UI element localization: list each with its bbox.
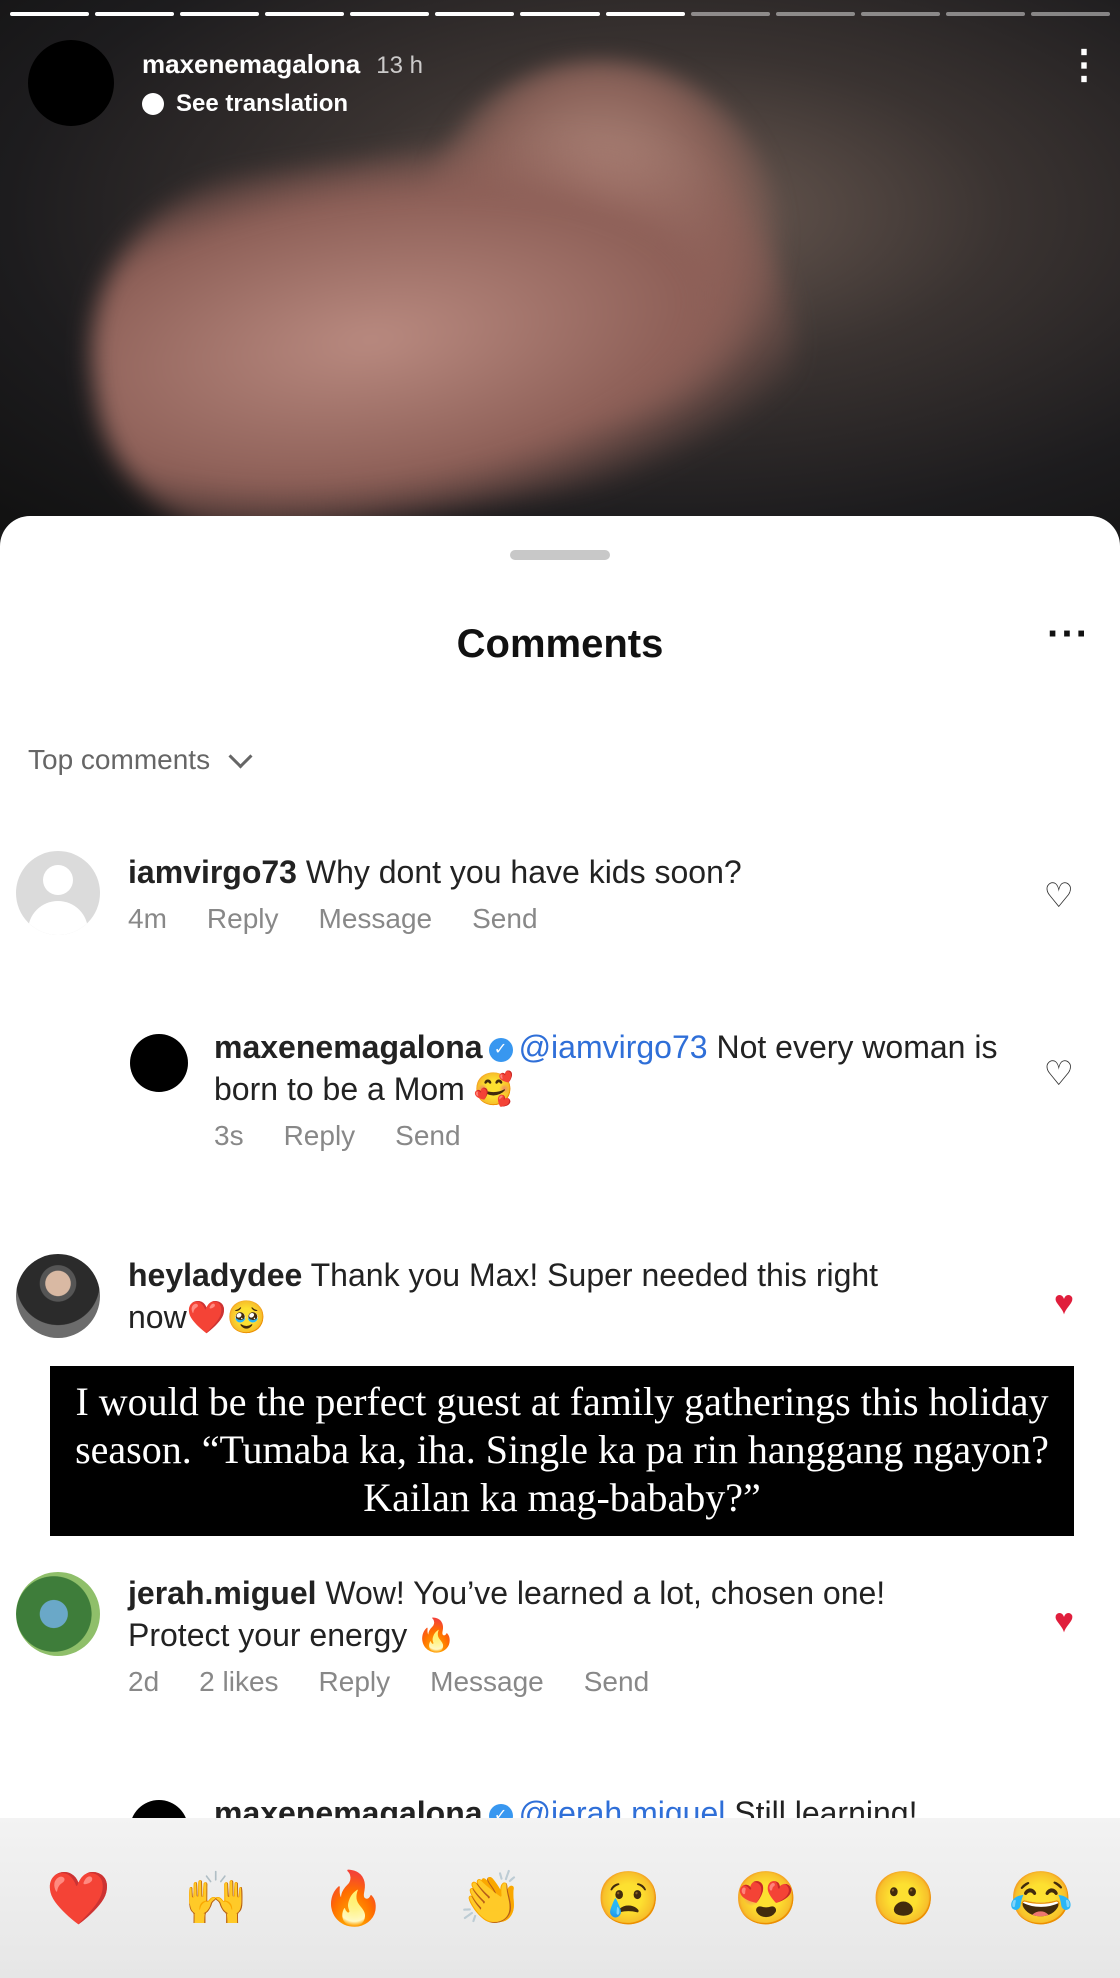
story-header: maxenemagalona 13 h See translation <box>28 40 423 126</box>
story-avatar[interactable] <box>28 40 114 126</box>
reply-button[interactable]: Reply <box>284 1120 356 1152</box>
more-options-icon[interactable]: ⋮ <box>1064 45 1104 85</box>
progress-segment <box>605 12 685 16</box>
reply-button[interactable]: Reply <box>207 903 279 935</box>
comment-username[interactable]: maxenemagalona <box>214 1029 483 1065</box>
emoji-fire[interactable]: 🔥 <box>314 1868 394 1929</box>
comment-mention[interactable]: @iamvirgo73 <box>519 1029 708 1065</box>
emoji-crying[interactable]: 😢 <box>589 1868 669 1929</box>
comment-username[interactable]: heyladydee <box>128 1257 302 1293</box>
emoji-surprised[interactable]: 😮 <box>864 1868 944 1929</box>
reply-item: maxenemagalona ✓ @iamvirgo73 Not every wom… <box>130 1026 1014 1152</box>
progress-segment <box>945 12 1025 16</box>
verified-badge-icon: ✓ <box>488 1037 513 1062</box>
comment-item: jerah.miguel Wow! You’ve learned a lot, … <box>16 1572 928 1698</box>
message-button[interactable]: Message <box>430 1666 544 1698</box>
sort-label: Top comments <box>28 744 211 775</box>
heart-icon[interactable]: ♡ <box>1044 876 1074 916</box>
see-translation-label: See translation <box>176 89 349 117</box>
comment-item: iamvirgo73 Why dont you have kids soon? … <box>16 851 848 935</box>
progress-segment <box>775 12 855 16</box>
story-timestamp: 13 h <box>376 51 423 79</box>
comment-username[interactable]: iamvirgo73 <box>128 854 297 890</box>
sheet-title: Comments <box>456 622 664 666</box>
chevron-down-icon <box>228 743 253 769</box>
comment-item: heyladydee Thank you Max! Super needed t… <box>16 1254 928 1338</box>
ellipsis-icon[interactable]: ··· <box>1047 612 1090 657</box>
heart-icon[interactable]: ♥ <box>1054 1602 1074 1641</box>
comment-time: 2d <box>128 1666 160 1697</box>
heart-icon[interactable]: ♡ <box>1044 1054 1074 1094</box>
reply-button[interactable]: Reply <box>319 1666 391 1698</box>
emoji-reaction-bar: ❤️ 🙌 🔥 👏 😢 😍 😮 😂 <box>0 1818 1120 1978</box>
progress-segment <box>1030 12 1111 16</box>
avatar[interactable] <box>16 1572 100 1656</box>
drag-handle[interactable] <box>510 550 610 560</box>
avatar[interactable] <box>16 851 100 935</box>
comments-sheet: Comments ··· Top comments iamvirgo73 Why… <box>0 516 1120 1978</box>
caption-overlay: I would be the perfect guest at family g… <box>50 1366 1074 1536</box>
likes-count[interactable]: 2 likes <box>199 1666 278 1698</box>
emoji-raising-hands[interactable]: 🙌 <box>176 1868 256 1929</box>
progress-segment <box>520 12 600 16</box>
progress-segment <box>690 12 770 16</box>
see-translation-button[interactable]: See translation <box>142 90 423 118</box>
progress-segment <box>350 12 430 16</box>
avatar[interactable] <box>16 1254 100 1338</box>
comment-time: 3s <box>214 1120 244 1151</box>
comment-time: 4m <box>128 903 167 934</box>
progress-segment <box>10 12 90 16</box>
heart-icon[interactable]: ♥ <box>1054 1284 1074 1323</box>
avatar[interactable] <box>130 1034 188 1092</box>
progress-segment <box>265 12 345 16</box>
progress-segment <box>860 12 940 16</box>
send-button[interactable]: Send <box>395 1120 460 1152</box>
emoji-laughing[interactable]: 😂 <box>1001 1868 1081 1929</box>
send-button[interactable]: Send <box>472 903 537 935</box>
emoji-red-heart[interactable]: ❤️ <box>39 1868 119 1929</box>
progress-segment <box>180 12 260 16</box>
comment-username[interactable]: jerah.miguel <box>128 1575 317 1611</box>
progress-segment <box>95 12 175 16</box>
send-button[interactable]: Send <box>584 1666 649 1698</box>
story-username[interactable]: maxenemagalona <box>142 49 360 79</box>
progress-segment <box>435 12 515 16</box>
emoji-clapping[interactable]: 👏 <box>451 1868 531 1929</box>
sort-dropdown[interactable]: Top comments <box>28 743 253 776</box>
emoji-heart-eyes[interactable]: 😍 <box>726 1868 806 1929</box>
comment-text: Why dont you have kids soon? <box>305 854 742 890</box>
story-view: maxenemagalona 13 h See translation ⋮ <box>0 0 1120 530</box>
speech-bubble-icon <box>142 92 164 115</box>
story-progress-bar <box>10 12 1111 16</box>
message-button[interactable]: Message <box>319 903 433 935</box>
